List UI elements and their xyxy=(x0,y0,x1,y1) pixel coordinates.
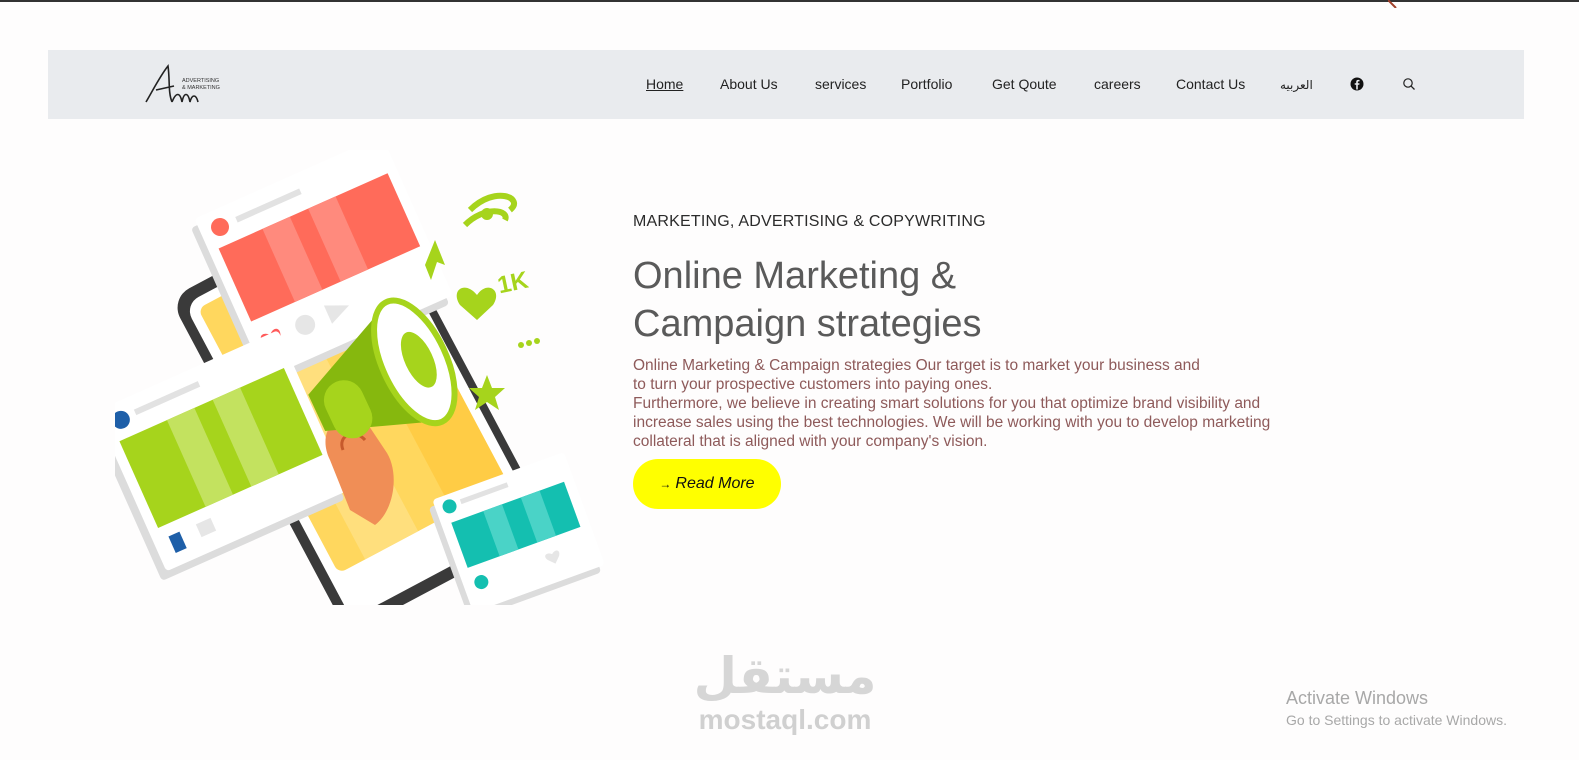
hero-description-line-1: Online Marketing & Campaign strategies O… xyxy=(633,357,1200,374)
watermark-latin: mostaql.com xyxy=(698,704,872,735)
search-icon[interactable] xyxy=(1402,77,1416,91)
marketing-megaphone-illustration: 1K xyxy=(115,150,604,605)
hero-description-line-4: increase sales using the best technologi… xyxy=(633,414,1271,431)
facebook-icon[interactable] xyxy=(1350,77,1364,91)
logo-tagline-2: & MARKETING xyxy=(182,85,220,91)
nav-services[interactable]: services xyxy=(815,76,866,92)
arrow-right-icon: → xyxy=(659,477,672,491)
nav-arabic-language[interactable]: العربيه xyxy=(1280,78,1313,92)
navbar: ADVERTISING & MARKETING Home About Us se… xyxy=(48,50,1524,119)
hero-title: Online Marketing & Campaign strategies xyxy=(633,252,1153,348)
nav-home[interactable]: Home xyxy=(646,76,683,92)
nav-portfolio[interactable]: Portfolio xyxy=(901,76,952,92)
activate-windows-subtitle: Go to Settings to activate Windows. xyxy=(1286,712,1507,728)
top-border xyxy=(0,0,1579,2)
hero-description-line-3: Furthermore, we believe in creating smar… xyxy=(633,395,1261,412)
hero-eyebrow: MARKETING, ADVERTISING & COPYWRITING xyxy=(633,213,986,230)
hero-description-line-5: collateral that is aligned with your com… xyxy=(633,433,988,450)
read-more-label: Read More xyxy=(675,475,755,492)
activate-windows-overlay: Activate Windows Go to Settings to activ… xyxy=(1286,687,1507,731)
top-accent-mark xyxy=(1388,0,1397,8)
logo[interactable]: ADVERTISING & MARKETING xyxy=(142,62,232,108)
hero-title-line-2: Campaign strategies xyxy=(633,303,982,345)
logo-tagline-1: ADVERTISING xyxy=(182,78,219,84)
hero-description: Online Marketing & Campaign strategies O… xyxy=(633,356,1353,451)
mostaql-watermark: مستقل mostaql.com xyxy=(690,648,890,740)
nav-careers[interactable]: careers xyxy=(1094,76,1141,92)
hero-title-line-1: Online Marketing & xyxy=(633,255,957,297)
nav-contact-us[interactable]: Contact Us xyxy=(1176,76,1245,92)
hero-description-line-2: to turn your prospective customers into … xyxy=(633,376,993,393)
activate-windows-title: Activate Windows xyxy=(1286,688,1429,708)
likes-count-badge: 1K xyxy=(495,266,531,299)
watermark-arabic: مستقل xyxy=(693,647,877,705)
read-more-button[interactable]: → Read More xyxy=(633,459,781,509)
nav-about-us[interactable]: About Us xyxy=(720,76,778,92)
nav-get-quote[interactable]: Get Qoute xyxy=(992,76,1057,92)
